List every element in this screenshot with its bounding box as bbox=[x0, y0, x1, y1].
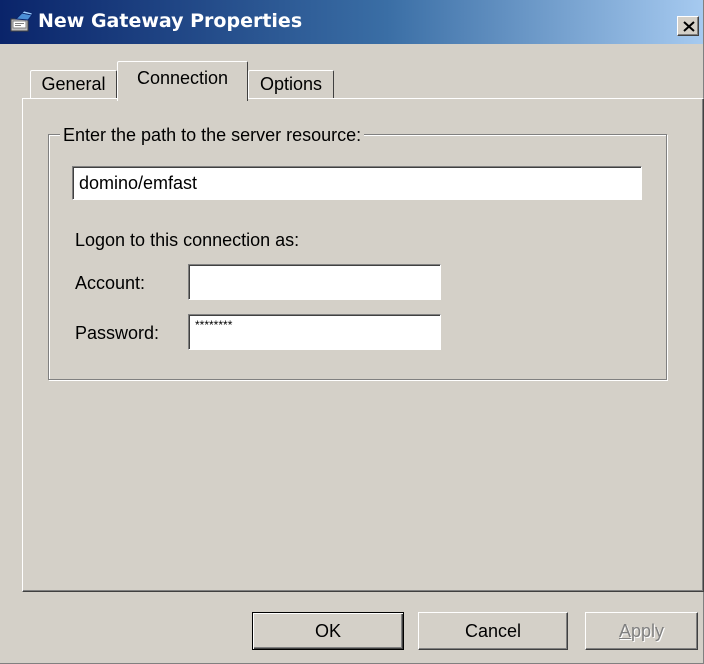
close-icon bbox=[683, 21, 695, 32]
title-bar[interactable]: New Gateway Properties bbox=[0, 0, 703, 44]
properties-dialog: New Gateway Properties General Connectio… bbox=[0, 0, 704, 664]
ok-button[interactable]: OK bbox=[252, 612, 404, 650]
cancel-button[interactable]: Cancel bbox=[418, 612, 568, 650]
tab-connection[interactable]: Connection bbox=[117, 61, 248, 101]
server-resource-group-label: Enter the path to the server resource: bbox=[60, 125, 365, 145]
account-input[interactable] bbox=[188, 264, 441, 300]
window-title: New Gateway Properties bbox=[38, 10, 303, 32]
apply-button-mnemonic: A bbox=[618, 621, 631, 641]
tab-general[interactable]: General bbox=[30, 70, 117, 98]
apply-button-label: pply bbox=[630, 621, 665, 641]
password-input[interactable] bbox=[188, 314, 441, 350]
tab-options[interactable]: Options bbox=[248, 70, 334, 98]
gateway-properties-icon bbox=[10, 10, 34, 33]
password-label: Password: bbox=[75, 323, 160, 343]
close-button[interactable] bbox=[677, 16, 699, 36]
server-path-input[interactable] bbox=[72, 166, 642, 200]
logon-label: Logon to this connection as: bbox=[75, 230, 300, 250]
apply-button[interactable]: Apply bbox=[585, 612, 698, 650]
account-label: Account: bbox=[75, 273, 146, 293]
